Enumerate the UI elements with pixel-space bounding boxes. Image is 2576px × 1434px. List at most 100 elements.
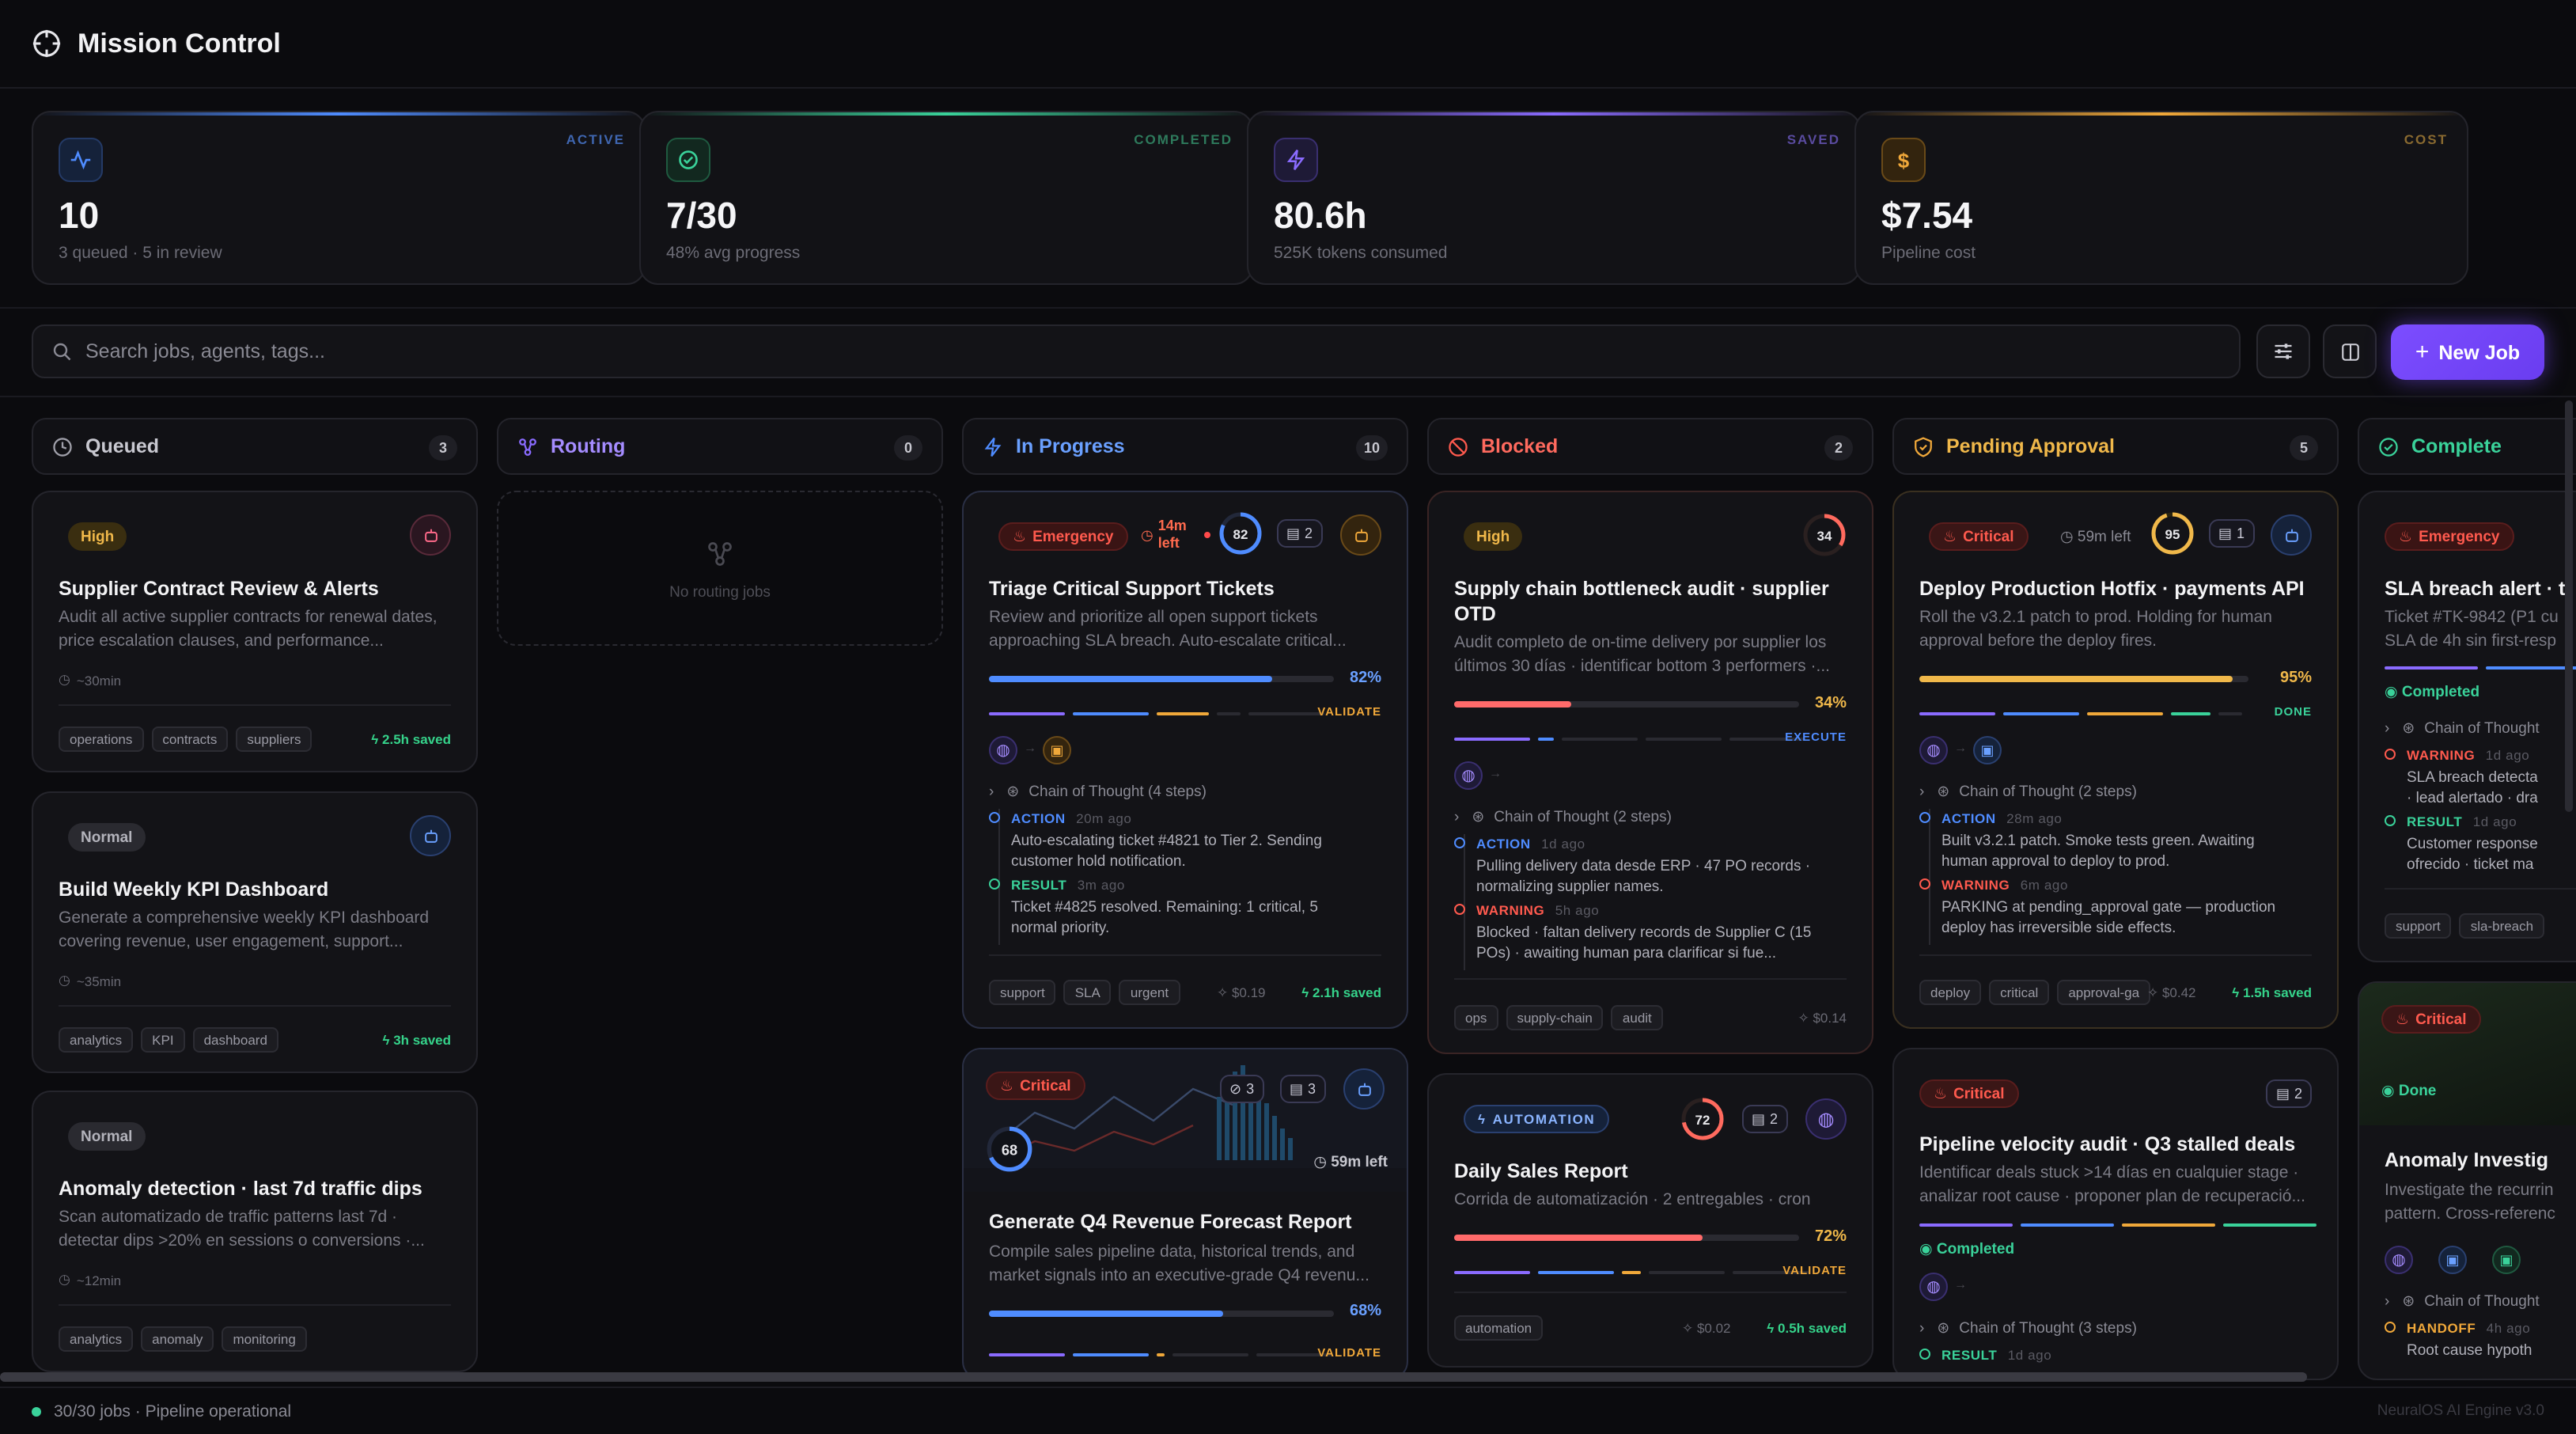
tag[interactable]: ops — [1454, 1005, 1498, 1030]
chain-of-thought-toggle[interactable]: › ⊛ Chain of Thought (2 steps) — [1919, 783, 2137, 801]
routing-icon — [519, 438, 536, 455]
priority-badge: ♨ Emergency — [2385, 522, 2514, 551]
job-card[interactable]: ϟ AUTOMATION 72 ▤ 2 ◍ Daily Sales Report C… — [1427, 1073, 1873, 1368]
tag[interactable]: dashboard — [192, 1027, 278, 1053]
activity-icon — [59, 138, 103, 182]
column-header-pending-approval[interactable]: Pending Approval 5 — [1892, 418, 2339, 475]
job-description: Corrida de automatización · 2 entregable… — [1454, 1190, 1811, 1209]
clock-icon: ◷ — [1141, 526, 1154, 542]
tag[interactable]: KPI — [141, 1027, 185, 1053]
tag[interactable]: audit — [1611, 1005, 1663, 1030]
status-badge: ◉ Completed — [2385, 684, 2479, 701]
agent-avatar — [2271, 514, 2312, 556]
tag[interactable]: approval-ga — [2057, 980, 2151, 1005]
docs-count[interactable]: ▤ 1 — [2209, 519, 2255, 548]
tag[interactable]: anomaly — [141, 1326, 214, 1352]
status-label: Completed — [1936, 1241, 2015, 1258]
docs-count[interactable]: ▤ 3 — [1280, 1075, 1326, 1103]
job-card[interactable]: ♨ Emergency SLA breach alert · t Ticket #… — [2358, 491, 2576, 962]
tag[interactable]: support — [2385, 913, 2452, 939]
tag[interactable]: analytics — [59, 1027, 134, 1053]
horizontal-scrollbar[interactable] — [0, 1372, 2307, 1382]
log-label: WARNING — [1476, 902, 1545, 918]
docs-count[interactable]: ▤ 2 — [1277, 519, 1323, 548]
links-count[interactable]: ⊘ 3 — [1220, 1075, 1264, 1103]
log-text: normalizing supplier names. — [1476, 878, 1664, 896]
tag[interactable]: supply-chain — [1506, 1005, 1604, 1030]
stage-segments — [989, 1353, 1332, 1356]
stat-sub: 48% avg progress — [666, 244, 801, 263]
job-description: pattern. Cross-referenc — [2385, 1204, 2555, 1223]
stat-value: 10 — [59, 195, 100, 236]
job-card[interactable]: Normal Anomaly detection · last 7d traff… — [32, 1091, 478, 1372]
stat-tag: SAVED — [1786, 131, 1840, 147]
column-header-routing[interactable]: Routing 0 — [497, 418, 943, 475]
globe-icon: ◍ — [1919, 736, 1948, 764]
chain-of-thought-toggle[interactable]: › ⊛ Chain of Thought — [2385, 720, 2540, 738]
log-dot — [2385, 815, 2396, 826]
job-title: Build Weekly KPI Dashboard — [59, 878, 329, 901]
chain-of-thought-toggle[interactable]: › ⊛ Chain of Thought (2 steps) — [1454, 809, 1672, 826]
search-placeholder: Search jobs, agents, tags... — [85, 340, 325, 362]
column-header-complete[interactable]: Complete — [2358, 418, 2576, 475]
check-circle-icon: ◉ — [1919, 1241, 1937, 1258]
job-description: Ticket #TK-9842 (P1 cu — [2385, 608, 2559, 627]
chain-of-thought-toggle[interactable]: › ⊛ Chain of Thought — [2385, 1293, 2540, 1311]
score-value: 72 — [1695, 1113, 1710, 1128]
tag[interactable]: SLA — [1063, 980, 1112, 1005]
stage-label: DONE — [2274, 704, 2312, 719]
job-card[interactable]: ♨ Emergency ◷ 14m left 82 ▤ 2 Triage Critica… — [962, 491, 1408, 1029]
log-text: deploy has irreversible side effects. — [1941, 920, 2176, 937]
job-card[interactable]: ♨ Critical ▤ 2 Pipeline velocity audit · Q… — [1892, 1048, 2339, 1380]
time-saved: 2.1h saved — [1313, 984, 1381, 1000]
progress-bar — [989, 1311, 1334, 1317]
docs-count[interactable]: ▤ 2 — [1742, 1105, 1788, 1133]
tag[interactable]: monitoring — [222, 1326, 307, 1352]
tag[interactable]: deploy — [1919, 980, 1982, 1005]
columns-icon — [2341, 343, 2358, 360]
stat-cost: $ COST $7.54 Pipeline cost — [1854, 111, 2468, 285]
tag[interactable]: sla-breach — [2459, 913, 2545, 939]
job-card[interactable]: High 34 Supply chain bottleneck audit · … — [1427, 491, 1873, 1054]
tag[interactable]: critical — [1989, 980, 2050, 1005]
filter-button[interactable] — [2256, 324, 2310, 378]
log-text: Auto-escalating ticket #4821 to Tier 2. … — [1011, 833, 1322, 850]
layout-toggle-button[interactable] — [2323, 324, 2377, 378]
log-dot — [1919, 1349, 1930, 1360]
scroll-thumb[interactable] — [0, 1372, 2307, 1382]
stage-label: EXECUTE — [1785, 730, 1847, 744]
tag[interactable]: urgent — [1119, 980, 1180, 1005]
stat-tag: ACTIVE — [566, 131, 625, 147]
job-card[interactable]: High Supplier Contract Review & Alerts A… — [32, 491, 478, 772]
column-header-queued[interactable]: Queued 3 — [32, 418, 478, 475]
status-badge: ◉ Done — [2381, 1083, 2436, 1100]
agent-avatar — [1343, 1068, 1385, 1110]
time-saved: 1.5h saved — [2243, 984, 2312, 1000]
column-header-blocked[interactable]: Blocked 2 — [1427, 418, 1873, 475]
new-job-button[interactable]: + New Job — [2391, 324, 2544, 380]
job-card[interactable]: Normal Build Weekly KPI Dashboard Genera… — [32, 791, 478, 1073]
search-input[interactable]: Search jobs, agents, tags... — [32, 324, 2241, 378]
tag[interactable]: suppliers — [236, 726, 313, 752]
job-card[interactable]: ♨ Critical 68 ⊘ 3 ▤ 3 ◷ 59m left Generate Q… — [962, 1048, 1408, 1380]
chain-of-thought-toggle[interactable]: › ⊛ Chain of Thought (3 steps) — [1919, 1320, 2137, 1337]
chain-of-thought-toggle[interactable]: › ⊛ Chain of Thought (4 steps) — [989, 783, 1207, 801]
docs-count[interactable]: ▤ 2 — [2266, 1079, 2312, 1108]
tag[interactable]: operations — [59, 726, 144, 752]
stat-value: $7.54 — [1881, 195, 1973, 236]
column-header-in-progress[interactable]: In Progress 10 — [962, 418, 1408, 475]
tag[interactable]: support — [989, 980, 1056, 1005]
job-card[interactable]: ♨ Critical ◉ Done Anomaly Investig Invest… — [2358, 981, 2576, 1380]
tag[interactable]: automation — [1454, 1315, 1544, 1341]
document-icon: ▤ — [1290, 1080, 1304, 1096]
job-description: Compile sales pipeline data, historical … — [989, 1242, 1355, 1261]
tag[interactable]: contracts — [151, 726, 229, 752]
vertical-scrollbar[interactable] — [2565, 400, 2573, 812]
job-title: OTD — [1454, 603, 1496, 625]
log-time: 28m ago — [2006, 810, 2063, 826]
tag[interactable]: analytics — [59, 1326, 134, 1352]
clock-icon: ◷ — [2060, 529, 2078, 546]
job-card[interactable]: ♨ Critical ◷ 59m left 95 ▤ 1 Deploy Produc… — [1892, 491, 2339, 1029]
log-text: Built v3.2.1 patch. Smoke tests green. A… — [1941, 833, 2255, 850]
job-description: Audit all active supplier contracts for … — [59, 608, 438, 627]
